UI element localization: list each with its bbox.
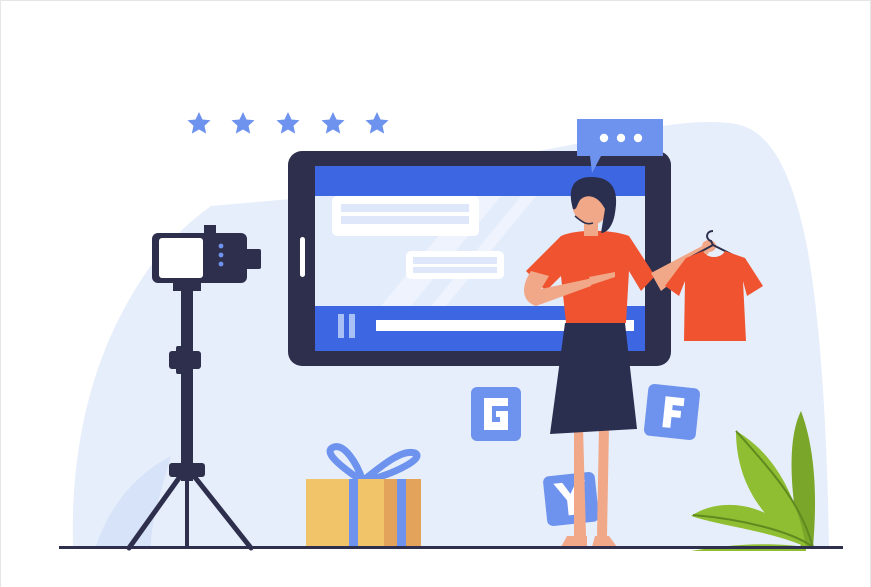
star-icon bbox=[321, 112, 345, 134]
star-icon bbox=[231, 112, 255, 134]
tablet-side-button bbox=[300, 237, 305, 277]
star-icon bbox=[187, 112, 211, 134]
star-icon bbox=[365, 112, 389, 134]
social-icon-y bbox=[543, 472, 599, 526]
live-shopping-illustration bbox=[59, 112, 843, 551]
ground-line bbox=[59, 546, 843, 549]
social-icon-f bbox=[644, 384, 700, 440]
social-icon-g bbox=[471, 387, 521, 441]
chat-message-card bbox=[406, 251, 504, 279]
pause-icon bbox=[338, 314, 344, 338]
rating-stars bbox=[187, 112, 389, 134]
illustration-frame bbox=[0, 0, 871, 587]
star-icon bbox=[276, 112, 300, 134]
